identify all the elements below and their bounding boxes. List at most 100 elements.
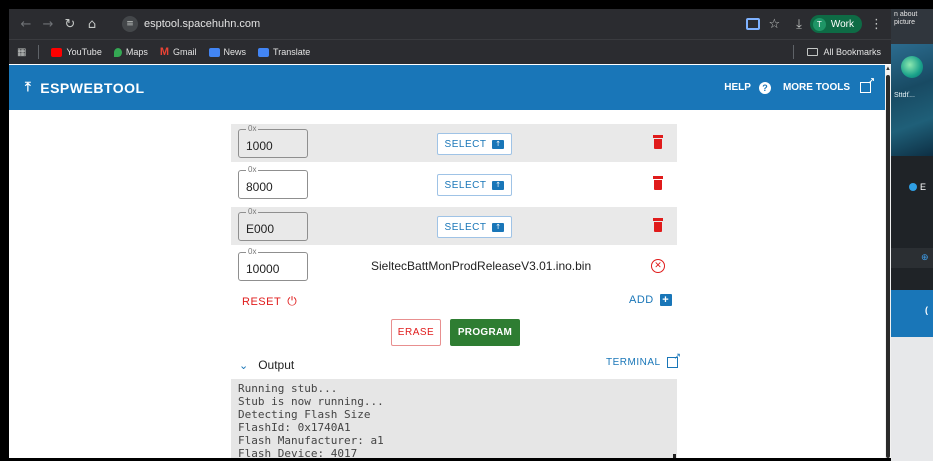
bookmarks-bar: ▦ YouTube Maps M Gmail News Translate All… (9, 39, 891, 64)
app-header: ⤒ ESPWEBTOOL HELP ? MORE TOOLS (9, 65, 885, 110)
side-image: Sttdť... (891, 44, 933, 156)
help-icon[interactable]: ? (758, 81, 771, 94)
terminal-link[interactable]: TERMINAL (606, 352, 682, 368)
select-file-button[interactable]: SELECT ↑ (437, 216, 512, 238)
all-bookmarks-label: All Bookmarks (823, 47, 881, 57)
console-line: Detecting Flash Size (238, 408, 371, 421)
divider (38, 45, 40, 59)
reload-icon[interactable]: ↻ (59, 17, 81, 32)
offset-prefix: 0x (246, 165, 259, 174)
url-box[interactable]: ≡ esptool.spacehuhn.com (114, 13, 729, 35)
console-line: Flash Manufacturer: a1 (238, 434, 384, 447)
offset-value[interactable]: E000 (246, 222, 274, 236)
side-dark-panel: E ⊕ (891, 156, 933, 290)
url-text[interactable]: esptool.spacehuhn.com (144, 18, 260, 30)
add-button[interactable]: ADD + (629, 294, 672, 306)
home-icon[interactable]: ⌂ (81, 17, 103, 32)
side-caption: Sttdť... (894, 92, 915, 99)
side-text: picture (894, 19, 916, 26)
youtube-icon (51, 47, 63, 57)
offset-field[interactable]: 0x E000 (238, 207, 308, 241)
delete-icon[interactable] (653, 135, 663, 149)
console-line: FlashId: 0x1740A1 (238, 421, 351, 434)
select-label: SELECT (444, 138, 487, 150)
select-file-button[interactable]: SELECT ↑ (437, 133, 512, 155)
chevron-down-icon: ⌄ (239, 358, 249, 372)
delete-icon[interactable] (653, 176, 663, 190)
offset-value[interactable]: 1000 (246, 139, 273, 153)
plus-icon: + (659, 294, 672, 306)
bookmark-youtube[interactable]: YouTube (51, 47, 102, 57)
page-scrollbar-thumb[interactable] (886, 75, 890, 458)
translate-icon (258, 47, 270, 57)
clear-file-icon[interactable]: ✕ (651, 259, 665, 273)
side-item[interactable]: E (909, 182, 926, 192)
reset-label: RESET (242, 295, 282, 308)
gmail-icon: M (159, 46, 170, 58)
app-title: ESPWEBTOOL (40, 79, 145, 96)
select-label: SELECT (444, 179, 487, 191)
bookmark-translate[interactable]: Translate (258, 47, 310, 57)
brand[interactable]: ⤒ ESPWEBTOOL (25, 80, 145, 96)
screen: ← → ↻ ⌂ ≡ esptool.spacehuhn.com ☆ ⤓ T Wo… (0, 0, 933, 461)
cast-icon[interactable] (746, 18, 761, 30)
side-blue-panel: ( (891, 290, 933, 337)
menu-icon[interactable]: ⋮ (870, 17, 883, 32)
folder-icon (807, 48, 819, 56)
console-scrollbar-thumb[interactable] (673, 454, 676, 458)
star-icon[interactable]: ☆ (768, 17, 780, 32)
offset-prefix: 0x (246, 247, 259, 256)
delete-icon[interactable] (653, 218, 663, 232)
apps-grid-icon[interactable]: ▦ (17, 47, 26, 58)
bookmark-label: YouTube (66, 47, 102, 57)
add-label: ADD (629, 294, 654, 306)
offset-prefix: 0x (246, 124, 259, 133)
bookmark-news[interactable]: News (208, 47, 247, 57)
upload-icon: ⤒ (25, 80, 32, 95)
site-info-icon[interactable]: ≡ (122, 16, 138, 32)
program-button[interactable]: PROGRAM (450, 319, 520, 346)
edge-icon (909, 183, 917, 191)
output-label: Output (258, 358, 295, 372)
offset-value[interactable]: 10000 (246, 262, 279, 276)
bookmark-gmail[interactable]: M Gmail (160, 46, 197, 58)
terminal-label: TERMINAL (606, 357, 661, 368)
maps-icon (113, 47, 122, 57)
side-text: n about (894, 11, 918, 18)
open-external-icon[interactable] (860, 77, 875, 93)
all-bookmarks[interactable]: All Bookmarks (793, 45, 881, 59)
forward-icon[interactable]: → (37, 17, 59, 32)
back-icon[interactable]: ← (15, 17, 37, 32)
profile-button[interactable]: T Work (809, 15, 862, 33)
download-icon[interactable]: ⤓ (796, 17, 802, 32)
browser-window: ← → ↻ ⌂ ≡ esptool.spacehuhn.com ☆ ⤓ T Wo… (9, 9, 891, 458)
bookmark-label: Translate (273, 47, 311, 57)
side-item-label: E (920, 182, 927, 192)
reset-button[interactable]: RESET ⏻ (242, 294, 297, 309)
more-tools-link[interactable]: MORE TOOLS (783, 82, 850, 93)
select-file-button[interactable]: SELECT ↑ (437, 174, 512, 196)
offset-value[interactable]: 8000 (246, 180, 273, 194)
help-link[interactable]: HELP (724, 82, 751, 93)
open-external-icon (666, 352, 682, 368)
console-line: Stub is now running... (238, 395, 384, 408)
bookmark-label: Gmail (173, 47, 197, 57)
bookmark-maps[interactable]: Maps (113, 47, 148, 57)
offset-field[interactable]: 0x 10000 (238, 247, 308, 281)
offset-field[interactable]: 0x 1000 (238, 124, 308, 158)
selected-filename: SieltecBattMonProdReleaseV3.01.ino.bin (371, 259, 592, 273)
file-upload-icon: ↑ (492, 222, 505, 232)
header-links: HELP ? MORE TOOLS (724, 65, 875, 110)
file-row: 0x 8000 SELECT ↑ (231, 165, 677, 203)
file-upload-icon: ↑ (492, 139, 505, 149)
offset-field[interactable]: 0x 8000 (238, 165, 308, 199)
bookmark-label: News (223, 47, 247, 57)
side-bar: ⊕ (891, 248, 933, 268)
output-console[interactable]: Running stub... Stub is now running... D… (231, 379, 677, 458)
output-toggle[interactable]: ⌄ Output (239, 358, 294, 372)
divider (793, 45, 795, 59)
side-header: n about picture (891, 9, 933, 44)
erase-button[interactable]: ERASE (391, 319, 441, 346)
file-row: 0x 10000 SieltecBattMonProdReleaseV3.01.… (231, 247, 677, 285)
console-line: Running stub... (238, 382, 338, 395)
